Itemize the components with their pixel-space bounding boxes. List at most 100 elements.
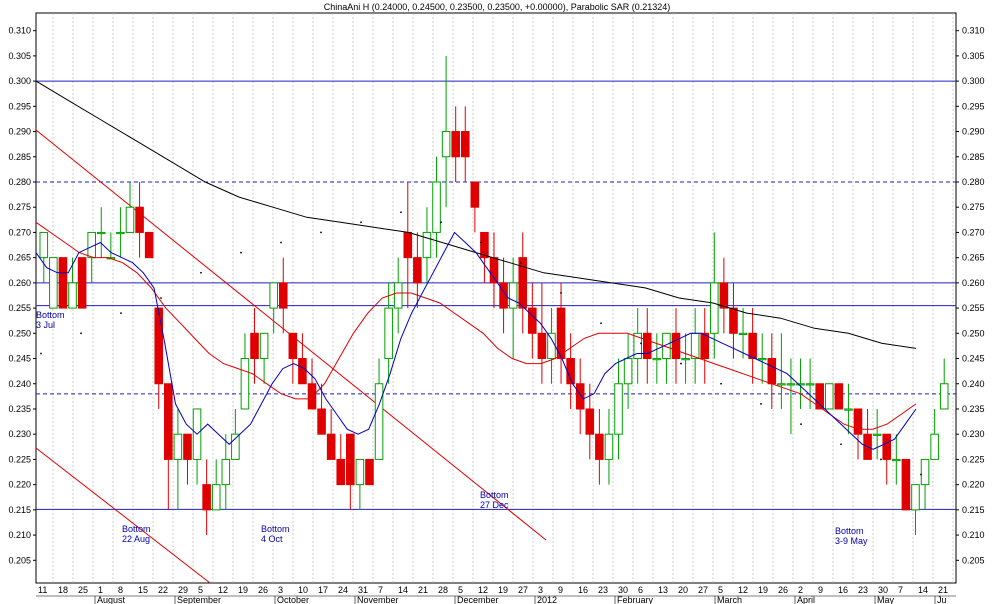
candle-body xyxy=(671,332,681,360)
candle-body xyxy=(250,332,259,360)
y-tick-label-left: 0.220 xyxy=(8,480,31,490)
candle-body xyxy=(298,358,307,385)
x-day-label: 22 xyxy=(158,585,168,595)
candle-body xyxy=(77,257,87,309)
x-day-label: 29 xyxy=(178,585,188,595)
candle-body xyxy=(96,231,106,235)
x-day-label: 27 xyxy=(698,585,708,595)
x-month-label: December xyxy=(457,595,499,604)
candle-body xyxy=(489,257,499,284)
x-day-label: 19 xyxy=(758,585,768,595)
candle-body xyxy=(451,131,460,158)
sar-dot xyxy=(720,382,722,385)
candle-body xyxy=(39,231,49,259)
candle-body xyxy=(844,408,853,411)
candle-body xyxy=(518,257,528,309)
candle-body xyxy=(68,282,77,309)
candle-body xyxy=(326,433,336,460)
x-day-label: 9 xyxy=(818,585,823,595)
sar-dot xyxy=(560,292,562,294)
y-tick-label-left: 0.255 xyxy=(8,303,31,313)
x-day-label: 8 xyxy=(118,585,123,595)
chart-container: 0.310 0.310 0.305 0.305 0.300 0.300 0.295 0.295… xyxy=(0,0,994,604)
y-tick-label-left: 0.270 xyxy=(8,227,31,237)
x-month-label: Ju xyxy=(937,595,947,604)
candle-body xyxy=(317,408,326,435)
sar-dot xyxy=(440,221,442,224)
candle-body xyxy=(346,433,355,486)
x-day-label: 24 xyxy=(338,585,348,595)
candle-body xyxy=(202,484,211,511)
x-day-label: 27 xyxy=(518,585,528,595)
y-tick-label-right: 0.215 xyxy=(962,505,985,515)
y-tick-label-right: 0.235 xyxy=(962,404,985,414)
x-day-label: 14 xyxy=(918,585,928,595)
candle-body xyxy=(700,332,710,360)
candle-body xyxy=(604,433,614,460)
y-tick-label-right: 0.250 xyxy=(962,328,985,338)
x-month-label: August xyxy=(97,595,126,604)
x-day-label: 6 xyxy=(638,585,643,595)
annotation-date: 27 Dec xyxy=(480,500,509,510)
y-tick-label-right: 0.285 xyxy=(962,152,985,162)
x-month-label: May xyxy=(877,595,895,604)
y-tick-label-left: 0.215 xyxy=(8,505,31,515)
candle-body xyxy=(853,408,863,435)
x-day-label: 5 xyxy=(458,585,463,595)
candle-body xyxy=(901,458,911,511)
candle-body xyxy=(183,433,192,460)
candle-body xyxy=(441,131,451,158)
y-tick-label-right: 0.290 xyxy=(962,127,985,137)
y-tick-label-right: 0.210 xyxy=(962,530,985,540)
candle-body xyxy=(738,332,748,336)
candle-body xyxy=(365,458,374,486)
y-tick-label-left: 0.240 xyxy=(8,379,31,389)
x-month-label: 2012 xyxy=(537,595,557,604)
candle-body xyxy=(786,383,796,386)
y-tick-label-left: 0.225 xyxy=(8,454,31,464)
sar-dot xyxy=(600,322,602,325)
x-day-label: 18 xyxy=(58,585,68,595)
candle-body xyxy=(920,458,930,486)
annotation-date: 3 Jul xyxy=(36,320,55,330)
sar-dot xyxy=(680,362,682,365)
candle-body xyxy=(892,458,901,462)
x-day-label: 3 xyxy=(538,585,543,595)
y-tick-label-left: 0.275 xyxy=(8,202,31,212)
x-day-label: 2 xyxy=(798,585,803,595)
y-tick-label-right: 0.295 xyxy=(962,101,985,111)
y-tick-label-right: 0.255 xyxy=(962,303,985,313)
sar-dot xyxy=(520,261,522,264)
y-tick-label-right: 0.225 xyxy=(962,454,985,464)
candle-body xyxy=(575,383,585,410)
sar-dot xyxy=(280,241,282,244)
y-tick-label-left: 0.250 xyxy=(8,328,31,338)
candle-body xyxy=(58,257,68,309)
y-tick-label-left: 0.265 xyxy=(8,253,31,263)
y-tick-label-right: 0.240 xyxy=(962,379,985,389)
x-day-label: 7 xyxy=(378,585,383,595)
candle-body xyxy=(211,484,221,511)
sar-dot xyxy=(480,241,482,244)
candle-body xyxy=(355,458,365,486)
x-day-label: 12 xyxy=(218,585,228,595)
y-tick-label-left: 0.230 xyxy=(8,429,31,439)
x-day-label: 13 xyxy=(658,585,668,595)
candle-body xyxy=(240,358,250,410)
candle-body xyxy=(882,433,892,460)
x-day-label: 25 xyxy=(78,585,88,595)
candle-body xyxy=(719,282,729,309)
candle-body xyxy=(403,231,413,259)
candle-body xyxy=(690,332,700,360)
candle-body xyxy=(777,383,786,386)
y-tick-label-right: 0.205 xyxy=(962,555,985,565)
candle-body xyxy=(805,383,815,386)
candle-body xyxy=(278,282,288,309)
x-day-label: 3 xyxy=(278,585,283,595)
sar-dot xyxy=(760,403,762,405)
x-day-label: 23 xyxy=(598,585,608,595)
sar-dot xyxy=(240,251,242,254)
candle-body xyxy=(623,358,633,385)
x-day-label: 21 xyxy=(418,585,428,595)
sar-dot xyxy=(800,423,802,426)
